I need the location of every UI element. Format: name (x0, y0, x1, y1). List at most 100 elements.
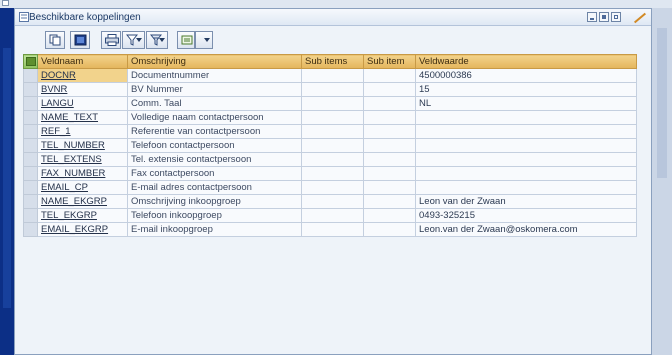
cell-sub-items (301, 166, 364, 181)
row-selector[interactable] (23, 222, 38, 237)
row-selector[interactable] (23, 180, 38, 195)
row-selector[interactable] (23, 152, 38, 167)
copy-icon (49, 34, 61, 46)
export-button[interactable] (177, 31, 195, 49)
cell-omschrijving: E-mail adres contactpersoon (127, 180, 302, 195)
cell-sub-items (301, 124, 364, 139)
cell-sub-items (301, 194, 364, 209)
cell-sub-items (301, 152, 364, 167)
filter-button[interactable] (122, 31, 145, 49)
copy-button[interactable] (45, 31, 65, 49)
chevron-down-icon (204, 38, 210, 42)
row-selector[interactable] (23, 194, 38, 209)
chevron-down-icon (136, 38, 142, 42)
row-selector[interactable] (23, 96, 38, 111)
sum-button[interactable] (146, 31, 168, 49)
cell-omschrijving: Telefoon inkoopgroep (127, 208, 302, 223)
row-selector[interactable] (23, 68, 38, 83)
table-row[interactable]: TEL_EKGRP Telefoon inkoopgroep 0493-325215 (23, 208, 637, 223)
top-strip (0, 0, 672, 8)
cell-veldwaarde: NL (415, 96, 637, 111)
row-selector[interactable] (23, 110, 38, 125)
select-all-button[interactable] (70, 31, 90, 49)
export-dropdown-button[interactable] (195, 31, 213, 49)
title-bar[interactable]: Beschikbare koppelingen (15, 9, 651, 26)
cell-veldnaam[interactable]: NAME_EKGRP (37, 194, 128, 209)
cell-sub-items (301, 82, 364, 97)
cell-veldwaarde (415, 166, 637, 181)
cell-veldnaam[interactable]: BVNR (37, 82, 128, 97)
background-left-panel (0, 8, 14, 355)
column-header-veldwaarde[interactable]: Veldwaarde (415, 54, 637, 69)
cell-veldnaam[interactable]: EMAIL_EKGRP (37, 222, 128, 237)
row-selector[interactable] (23, 82, 38, 97)
table-row[interactable]: TEL_EXTENS Tel. extensie contactpersoon (23, 152, 637, 167)
cell-sub-items (301, 222, 364, 237)
cell-sub-items (301, 180, 364, 195)
cell-veldwaarde: Leon.van der Zwaan@oskomera.com (415, 222, 637, 237)
cell-veldnaam[interactable]: EMAIL_CP (37, 180, 128, 195)
resize-grip-icon[interactable] (627, 11, 647, 25)
cell-veldnaam[interactable]: TEL_NUMBER (37, 138, 128, 153)
cell-sub-item (363, 222, 416, 237)
row-selector[interactable] (23, 124, 38, 139)
select-all-rows-icon[interactable] (23, 54, 38, 69)
cell-veldwaarde (415, 138, 637, 153)
table-row[interactable]: REF_1 Referentie van contactpersoon (23, 124, 637, 139)
cell-veldwaarde: Leon van der Zwaan (415, 194, 637, 209)
cell-sub-items (301, 208, 364, 223)
cell-veldwaarde (415, 110, 637, 125)
minimize-button[interactable] (587, 12, 597, 22)
toolbar (15, 26, 651, 52)
table-header: Veldnaam Omschrijving Sub items Sub item… (23, 54, 637, 69)
table-row[interactable]: NAME_TEXT Volledige naam contactpersoon (23, 110, 637, 125)
column-header-sub-item[interactable]: Sub item (363, 54, 416, 69)
cell-omschrijving: Telefoon contactpersoon (127, 138, 302, 153)
cell-veldnaam[interactable]: TEL_EXTENS (37, 152, 128, 167)
cell-veldnaam[interactable]: TEL_EKGRP (37, 208, 128, 223)
window-icon (19, 12, 29, 22)
column-header-omschrijving[interactable]: Omschrijving (127, 54, 302, 69)
cell-veldnaam[interactable]: LANGU (37, 96, 128, 111)
print-icon (105, 34, 119, 46)
column-header-sub-items[interactable]: Sub items (301, 54, 364, 69)
table-row[interactable]: EMAIL_CP E-mail adres contactpersoon (23, 180, 637, 195)
cell-sub-item (363, 180, 416, 195)
background-scrollbar (657, 28, 667, 178)
cell-omschrijving: Referentie van contactpersoon (127, 124, 302, 139)
cell-veldnaam[interactable]: REF_1 (37, 124, 128, 139)
cell-veldnaam[interactable]: DOCNR (37, 68, 128, 83)
cell-omschrijving: Omschrijving inkoopgroep (127, 194, 302, 209)
cell-veldnaam[interactable]: NAME_TEXT (37, 110, 128, 125)
popup-window: Beschikbare koppelingen Veldnaam Omschri… (14, 8, 652, 355)
table-row[interactable]: FAX_NUMBER Fax contactpersoon (23, 166, 637, 181)
table-row[interactable]: TEL_NUMBER Telefoon contactpersoon (23, 138, 637, 153)
table-row[interactable]: NAME_EKGRP Omschrijving inkoopgroep Leon v… (23, 194, 637, 209)
maximize-button[interactable] (599, 12, 609, 22)
cell-sub-item (363, 138, 416, 153)
column-header-veldnaam[interactable]: Veldnaam (37, 54, 128, 69)
cell-sub-item (363, 110, 416, 125)
cell-omschrijving: Comm. Taal (127, 96, 302, 111)
row-selector[interactable] (23, 208, 38, 223)
table-row[interactable]: EMAIL_EKGRP E-mail inkoopgroep Leon.van de… (23, 222, 637, 237)
table-row[interactable]: LANGU Comm. Taal NL (23, 96, 637, 111)
row-selector[interactable] (23, 138, 38, 153)
fields-table: Veldnaam Omschrijving Sub items Sub item… (23, 54, 637, 237)
cell-sub-item (363, 152, 416, 167)
row-selector[interactable] (23, 166, 38, 181)
cell-sub-items (301, 96, 364, 111)
table-row[interactable]: BVNR BV Nummer 15 (23, 82, 637, 97)
cell-veldwaarde: 4500000386 (415, 68, 637, 83)
cell-veldnaam[interactable]: FAX_NUMBER (37, 166, 128, 181)
print-button[interactable] (101, 31, 121, 49)
cell-sub-items (301, 68, 364, 83)
app-icon (2, 0, 9, 6)
cell-sub-item (363, 124, 416, 139)
table-row[interactable]: DOCNR Documentnummer 4500000386 (23, 68, 637, 83)
cell-omschrijving: Fax contactpersoon (127, 166, 302, 181)
cell-omschrijving: Documentnummer (127, 68, 302, 83)
cell-sub-item (363, 208, 416, 223)
restore-button[interactable] (611, 12, 621, 22)
cell-sub-item (363, 96, 416, 111)
